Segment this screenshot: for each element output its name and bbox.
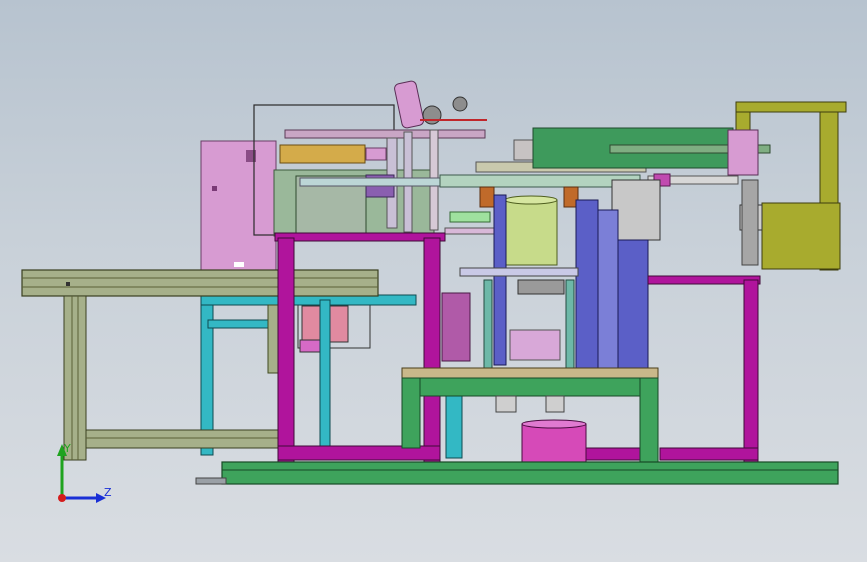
z-axis-label: Z (104, 486, 112, 499)
y-axis-label: Y (63, 442, 71, 455)
x-axis-origin (58, 494, 66, 502)
cad-viewport[interactable]: Y Z (0, 0, 867, 562)
base-rail (195, 461, 839, 485)
olive-box (727, 101, 847, 271)
motor-cylinder (521, 419, 587, 463)
pink-cabinet (200, 140, 277, 272)
axis-triad: Y Z (57, 442, 112, 503)
machine-assembly-model[interactable] (0, 0, 867, 562)
